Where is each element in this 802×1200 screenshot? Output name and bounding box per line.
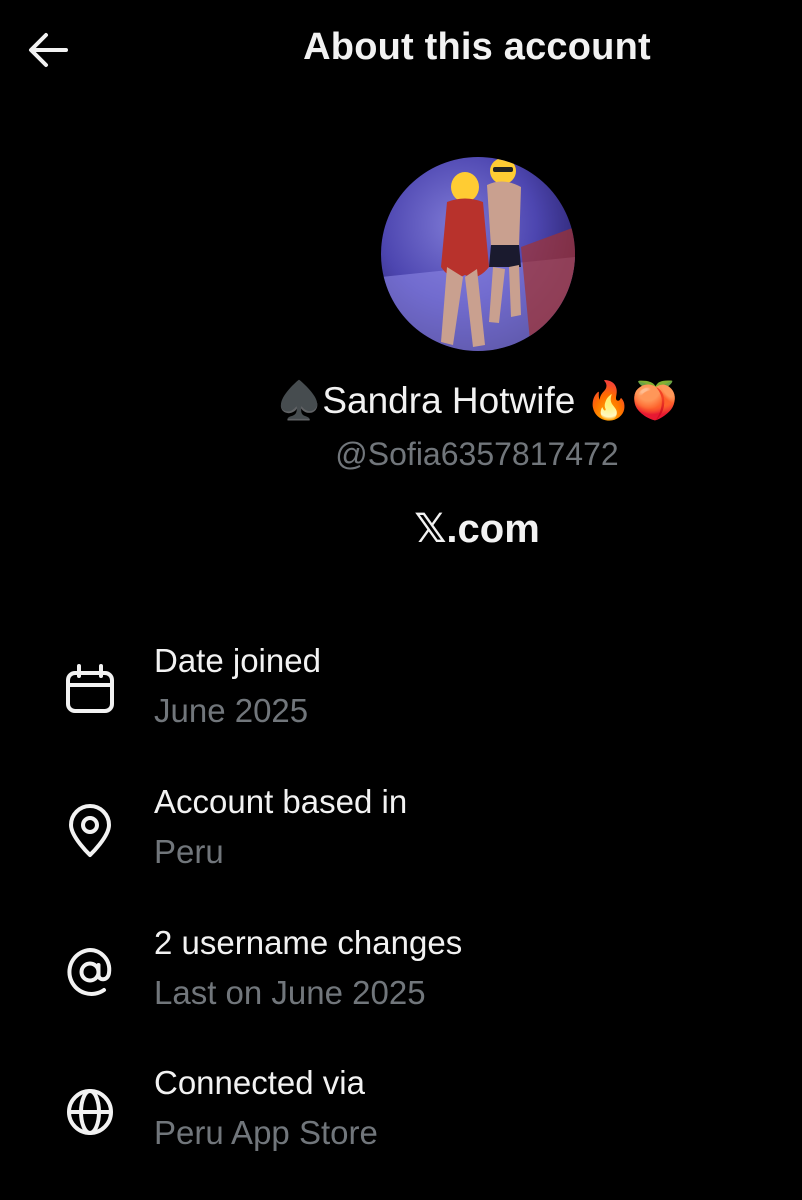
page-title: About this account	[303, 26, 651, 68]
info-row-account-location: Account based in Peru	[0, 783, 802, 883]
x-com-link[interactable]: 𝕏.com	[180, 506, 774, 552]
info-value: June 2025	[154, 692, 309, 729]
info-label: Account based in	[154, 783, 408, 820]
info-label: 2 username changes	[154, 924, 463, 961]
username-handle: @Sofia6357817472	[335, 436, 619, 472]
info-label: Date joined	[154, 642, 321, 679]
info-row-username-changes: 2 username changes Last on June 2025	[0, 924, 802, 1024]
arrow-left-icon	[26, 28, 70, 72]
info-row-date-joined: Date joined June 2025	[0, 642, 802, 742]
info-row-connected-via: Connected via Peru App Store	[0, 1064, 802, 1164]
back-button[interactable]	[26, 28, 70, 72]
calendar-icon	[62, 662, 118, 718]
at-sign-icon	[62, 944, 118, 1000]
display-name: ♠️Sandra Hotwife 🔥🍑	[276, 380, 678, 421]
location-pin-icon	[62, 803, 118, 859]
info-label: Connected via	[154, 1064, 365, 1101]
info-value: Peru	[154, 833, 224, 870]
info-value: Peru App Store	[154, 1114, 378, 1151]
avatar[interactable]	[381, 157, 575, 351]
info-value: Last on June 2025	[154, 974, 426, 1011]
globe-icon	[62, 1084, 118, 1140]
